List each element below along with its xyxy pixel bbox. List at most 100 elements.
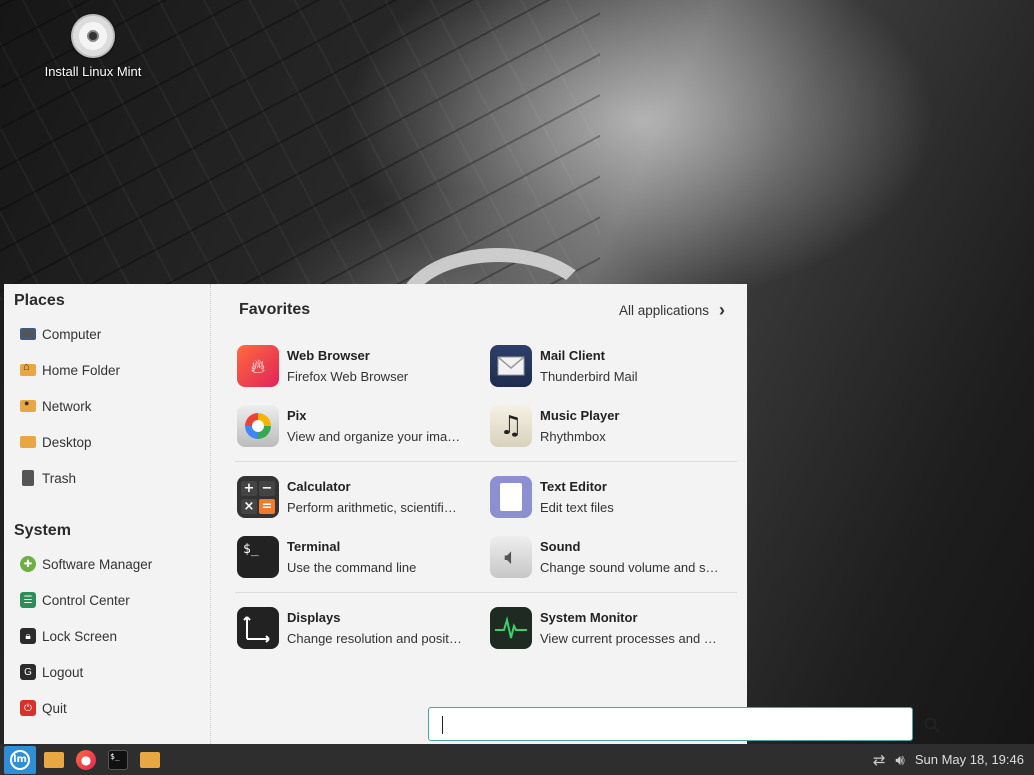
all-applications-label: All applications (618, 302, 709, 318)
terminal-icon: $_ (108, 749, 128, 770)
folder-icon (44, 751, 64, 768)
menu-button[interactable]: lm (4, 745, 36, 774)
taskbar-files-launcher[interactable] (40, 746, 68, 774)
favorites-header: Favorites All applications › (239, 298, 725, 322)
place-label: Network (42, 398, 92, 414)
place-label: Home Folder (42, 362, 121, 378)
calculator-icon: + − × = (237, 476, 279, 518)
app-displays[interactable]: Displays Change resolution and posit… (237, 598, 490, 658)
place-computer[interactable]: Computer (14, 316, 210, 352)
app-description: Rhythmbox (540, 429, 606, 444)
folder-icon (140, 751, 160, 768)
app-music-player[interactable]: ♫ Music Player Rhythmbox (490, 396, 743, 456)
system-logout[interactable]: G Logout (14, 654, 210, 690)
app-name: Displays (287, 610, 341, 625)
app-name: Sound (540, 539, 581, 554)
search-icon (924, 717, 940, 733)
network-folder-icon (20, 398, 36, 412)
app-description: Perform arithmetic, scientifi… (287, 500, 457, 515)
system-label: Quit (42, 700, 67, 716)
app-name: System Monitor (540, 610, 638, 625)
taskbar-firefox-launcher[interactable]: ● (72, 746, 100, 774)
mail-icon (490, 345, 532, 387)
app-terminal[interactable]: $_ Terminal Use the command line (237, 527, 490, 587)
system-label: Lock Screen (42, 628, 118, 644)
desktop-icon-label: Install Linux Mint (44, 64, 142, 79)
disc-icon (71, 14, 115, 58)
places-title: Places (14, 292, 65, 309)
place-network[interactable]: Network (14, 388, 210, 424)
app-name: Mail Client (540, 348, 606, 363)
system-label: Control Center (42, 592, 130, 608)
terminal-icon: $_ (237, 536, 279, 578)
place-trash[interactable]: Trash (14, 460, 210, 496)
search-box[interactable] (428, 707, 913, 741)
software-manager-icon: ✚ (20, 556, 36, 572)
app-text-editor[interactable]: Text Editor Edit text files (490, 467, 743, 527)
place-label: Computer (42, 326, 102, 342)
app-name: Pix (287, 408, 307, 423)
home-folder-icon (20, 361, 36, 376)
lock-icon: 🔒︎ (20, 628, 36, 644)
app-description: Change resolution and posit… (287, 631, 462, 646)
pix-icon (237, 405, 279, 447)
clock[interactable]: Sun May 18, 19:46 (915, 752, 1024, 767)
displays-icon (237, 607, 279, 649)
menu-main: Favorites All applications › 🔥︎ Web Brow… (211, 284, 940, 744)
speaker-icon: 🔈︎ (490, 536, 532, 578)
app-mail-client[interactable]: Mail Client Thunderbird Mail (490, 336, 743, 396)
firefox-icon: 🔥︎ (237, 345, 279, 387)
network-disconnected-icon[interactable]: ⇄ (873, 751, 886, 769)
app-name: Text Editor (540, 479, 607, 494)
desktop-folder-icon (20, 436, 36, 448)
system-lock-screen[interactable]: 🔒︎ Lock Screen (14, 618, 210, 654)
desktop-icon-install-linux-mint[interactable]: Install Linux Mint (30, 14, 156, 79)
app-calculator[interactable]: + − × = Calculator Perform arithmetic, scie… (237, 467, 490, 527)
logout-icon: G (20, 664, 36, 680)
system-label: Logout (42, 664, 84, 680)
system-tray: ⇄ 🔊︎ Sun May 18, 19:46 (873, 744, 1024, 775)
app-sound[interactable]: 🔈︎ Sound Change sound volume and s… (490, 527, 743, 587)
app-name: Web Browser (287, 348, 370, 363)
divider (235, 592, 737, 593)
computer-icon (20, 328, 36, 340)
music-note-icon: ♫ (490, 405, 532, 447)
system-control-center[interactable]: ☰ Control Center (14, 582, 210, 618)
system-monitor-icon (490, 607, 532, 649)
place-label: Trash (42, 470, 77, 486)
taskbar-folder-window[interactable] (136, 746, 164, 774)
taskbar-terminal-launcher[interactable]: $_ (104, 746, 132, 774)
application-menu: Places Computer Home Folder Network Desk… (4, 284, 940, 744)
power-icon: ⏻ (20, 700, 36, 716)
text-editor-icon (490, 476, 532, 518)
app-description: Edit text files (540, 500, 614, 515)
favorites-title: Favorites (239, 301, 311, 318)
place-desktop[interactable]: Desktop (14, 424, 210, 460)
app-description: Thunderbird Mail (540, 369, 638, 384)
system-software-manager[interactable]: ✚ Software Manager (14, 546, 210, 582)
place-home-folder[interactable]: Home Folder (14, 352, 210, 388)
volume-icon[interactable]: 🔊︎ (895, 751, 904, 769)
system-quit[interactable]: ⏻ Quit (14, 690, 210, 726)
app-description: View current processes and … (540, 631, 717, 646)
app-description: Change sound volume and s… (540, 560, 719, 575)
mint-menu-icon: lm (10, 749, 30, 770)
app-name: Music Player (540, 408, 620, 423)
app-name: Terminal (287, 539, 341, 554)
app-description: Firefox Web Browser (287, 369, 409, 384)
app-name: Calculator (287, 479, 351, 494)
divider (235, 461, 737, 462)
all-applications-button[interactable]: All applications › (619, 300, 725, 321)
app-web-browser[interactable]: 🔥︎ Web Browser Firefox Web Browser (237, 336, 490, 396)
text-caret (442, 716, 443, 734)
app-description: View and organize your ima… (287, 429, 461, 444)
control-center-icon: ☰ (20, 592, 36, 608)
trash-icon (22, 470, 34, 486)
search-button[interactable] (921, 714, 943, 736)
search-input[interactable] (429, 708, 912, 740)
place-label: Desktop (42, 434, 92, 450)
app-pix[interactable]: Pix View and organize your ima… (237, 396, 490, 456)
firefox-icon: ● (76, 749, 96, 770)
app-system-monitor[interactable]: System Monitor View current processes an… (490, 598, 743, 658)
chevron-right-icon: › (719, 299, 725, 320)
